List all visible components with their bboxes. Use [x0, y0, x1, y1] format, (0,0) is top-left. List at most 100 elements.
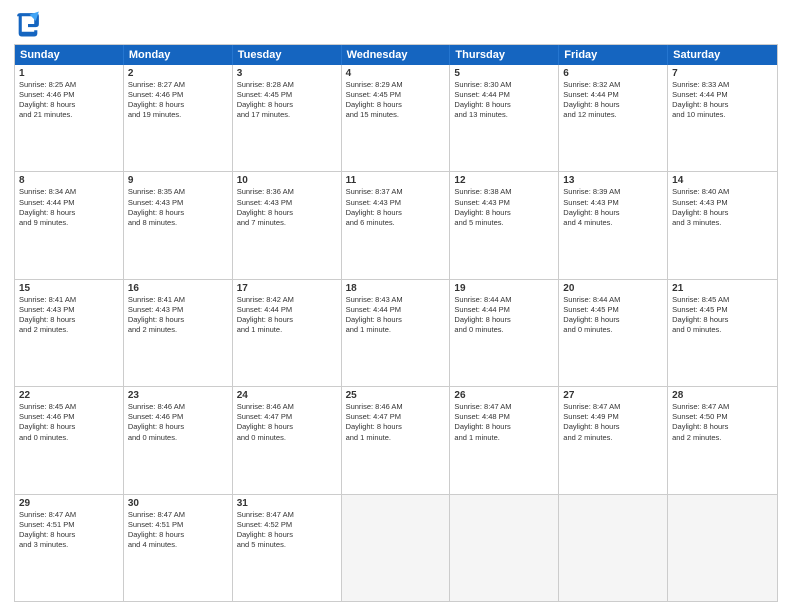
calendar-cell-30: 30Sunrise: 8:47 AM Sunset: 4:51 PM Dayli…: [124, 495, 233, 601]
day-number: 29: [19, 498, 119, 509]
cell-info: Sunrise: 8:47 AM Sunset: 4:48 PM Dayligh…: [454, 402, 554, 443]
cell-info: Sunrise: 8:40 AM Sunset: 4:43 PM Dayligh…: [672, 187, 773, 228]
day-number: 24: [237, 390, 337, 401]
calendar-cell-27: 27Sunrise: 8:47 AM Sunset: 4:49 PM Dayli…: [559, 387, 668, 493]
calendar-cell-31: 31Sunrise: 8:47 AM Sunset: 4:52 PM Dayli…: [233, 495, 342, 601]
calendar-cell-2: 2Sunrise: 8:27 AM Sunset: 4:46 PM Daylig…: [124, 65, 233, 171]
calendar-body: 1Sunrise: 8:25 AM Sunset: 4:46 PM Daylig…: [15, 65, 777, 601]
logo-icon: [14, 10, 42, 38]
calendar-cell-29: 29Sunrise: 8:47 AM Sunset: 4:51 PM Dayli…: [15, 495, 124, 601]
day-number: 21: [672, 283, 773, 294]
cell-info: Sunrise: 8:34 AM Sunset: 4:44 PM Dayligh…: [19, 187, 119, 228]
calendar-cell-23: 23Sunrise: 8:46 AM Sunset: 4:46 PM Dayli…: [124, 387, 233, 493]
calendar-cell-18: 18Sunrise: 8:43 AM Sunset: 4:44 PM Dayli…: [342, 280, 451, 386]
day-number: 26: [454, 390, 554, 401]
day-number: 3: [237, 68, 337, 79]
top-area: [14, 10, 778, 38]
logo: [14, 10, 46, 38]
page: SundayMondayTuesdayWednesdayThursdayFrid…: [0, 0, 792, 612]
calendar-cell-empty-4-3: [342, 495, 451, 601]
calendar-cell-24: 24Sunrise: 8:46 AM Sunset: 4:47 PM Dayli…: [233, 387, 342, 493]
header-day-friday: Friday: [559, 45, 668, 65]
cell-info: Sunrise: 8:27 AM Sunset: 4:46 PM Dayligh…: [128, 80, 228, 121]
day-number: 11: [346, 175, 446, 186]
cell-info: Sunrise: 8:35 AM Sunset: 4:43 PM Dayligh…: [128, 187, 228, 228]
cell-info: Sunrise: 8:33 AM Sunset: 4:44 PM Dayligh…: [672, 80, 773, 121]
header-day-sunday: Sunday: [15, 45, 124, 65]
cell-info: Sunrise: 8:46 AM Sunset: 4:47 PM Dayligh…: [346, 402, 446, 443]
cell-info: Sunrise: 8:41 AM Sunset: 4:43 PM Dayligh…: [19, 295, 119, 336]
day-number: 17: [237, 283, 337, 294]
day-number: 15: [19, 283, 119, 294]
calendar-cell-15: 15Sunrise: 8:41 AM Sunset: 4:43 PM Dayli…: [15, 280, 124, 386]
calendar-row-3: 15Sunrise: 8:41 AM Sunset: 4:43 PM Dayli…: [15, 279, 777, 386]
cell-info: Sunrise: 8:46 AM Sunset: 4:46 PM Dayligh…: [128, 402, 228, 443]
day-number: 14: [672, 175, 773, 186]
calendar-cell-19: 19Sunrise: 8:44 AM Sunset: 4:44 PM Dayli…: [450, 280, 559, 386]
calendar-cell-empty-4-6: [668, 495, 777, 601]
calendar-row-1: 1Sunrise: 8:25 AM Sunset: 4:46 PM Daylig…: [15, 65, 777, 171]
day-number: 19: [454, 283, 554, 294]
calendar-cell-11: 11Sunrise: 8:37 AM Sunset: 4:43 PM Dayli…: [342, 172, 451, 278]
calendar-cell-9: 9Sunrise: 8:35 AM Sunset: 4:43 PM Daylig…: [124, 172, 233, 278]
cell-info: Sunrise: 8:43 AM Sunset: 4:44 PM Dayligh…: [346, 295, 446, 336]
calendar-cell-16: 16Sunrise: 8:41 AM Sunset: 4:43 PM Dayli…: [124, 280, 233, 386]
day-number: 4: [346, 68, 446, 79]
cell-info: Sunrise: 8:45 AM Sunset: 4:46 PM Dayligh…: [19, 402, 119, 443]
cell-info: Sunrise: 8:29 AM Sunset: 4:45 PM Dayligh…: [346, 80, 446, 121]
cell-info: Sunrise: 8:30 AM Sunset: 4:44 PM Dayligh…: [454, 80, 554, 121]
calendar-cell-4: 4Sunrise: 8:29 AM Sunset: 4:45 PM Daylig…: [342, 65, 451, 171]
calendar-cell-17: 17Sunrise: 8:42 AM Sunset: 4:44 PM Dayli…: [233, 280, 342, 386]
cell-info: Sunrise: 8:47 AM Sunset: 4:51 PM Dayligh…: [19, 510, 119, 551]
cell-info: Sunrise: 8:42 AM Sunset: 4:44 PM Dayligh…: [237, 295, 337, 336]
calendar-cell-8: 8Sunrise: 8:34 AM Sunset: 4:44 PM Daylig…: [15, 172, 124, 278]
day-number: 16: [128, 283, 228, 294]
cell-info: Sunrise: 8:46 AM Sunset: 4:47 PM Dayligh…: [237, 402, 337, 443]
cell-info: Sunrise: 8:41 AM Sunset: 4:43 PM Dayligh…: [128, 295, 228, 336]
calendar-cell-5: 5Sunrise: 8:30 AM Sunset: 4:44 PM Daylig…: [450, 65, 559, 171]
day-number: 31: [237, 498, 337, 509]
day-number: 27: [563, 390, 663, 401]
calendar: SundayMondayTuesdayWednesdayThursdayFrid…: [14, 44, 778, 602]
day-number: 20: [563, 283, 663, 294]
calendar-cell-12: 12Sunrise: 8:38 AM Sunset: 4:43 PM Dayli…: [450, 172, 559, 278]
day-number: 23: [128, 390, 228, 401]
day-number: 30: [128, 498, 228, 509]
calendar-cell-3: 3Sunrise: 8:28 AM Sunset: 4:45 PM Daylig…: [233, 65, 342, 171]
day-number: 6: [563, 68, 663, 79]
calendar-cell-20: 20Sunrise: 8:44 AM Sunset: 4:45 PM Dayli…: [559, 280, 668, 386]
cell-info: Sunrise: 8:38 AM Sunset: 4:43 PM Dayligh…: [454, 187, 554, 228]
day-number: 2: [128, 68, 228, 79]
cell-info: Sunrise: 8:36 AM Sunset: 4:43 PM Dayligh…: [237, 187, 337, 228]
day-number: 25: [346, 390, 446, 401]
calendar-cell-21: 21Sunrise: 8:45 AM Sunset: 4:45 PM Dayli…: [668, 280, 777, 386]
calendar-cell-14: 14Sunrise: 8:40 AM Sunset: 4:43 PM Dayli…: [668, 172, 777, 278]
day-number: 12: [454, 175, 554, 186]
day-number: 22: [19, 390, 119, 401]
day-number: 8: [19, 175, 119, 186]
calendar-cell-22: 22Sunrise: 8:45 AM Sunset: 4:46 PM Dayli…: [15, 387, 124, 493]
day-number: 9: [128, 175, 228, 186]
calendar-header: SundayMondayTuesdayWednesdayThursdayFrid…: [15, 45, 777, 65]
cell-info: Sunrise: 8:47 AM Sunset: 4:52 PM Dayligh…: [237, 510, 337, 551]
calendar-cell-1: 1Sunrise: 8:25 AM Sunset: 4:46 PM Daylig…: [15, 65, 124, 171]
day-number: 18: [346, 283, 446, 294]
cell-info: Sunrise: 8:44 AM Sunset: 4:45 PM Dayligh…: [563, 295, 663, 336]
calendar-row-4: 22Sunrise: 8:45 AM Sunset: 4:46 PM Dayli…: [15, 386, 777, 493]
calendar-cell-7: 7Sunrise: 8:33 AM Sunset: 4:44 PM Daylig…: [668, 65, 777, 171]
cell-info: Sunrise: 8:37 AM Sunset: 4:43 PM Dayligh…: [346, 187, 446, 228]
cell-info: Sunrise: 8:25 AM Sunset: 4:46 PM Dayligh…: [19, 80, 119, 121]
calendar-row-5: 29Sunrise: 8:47 AM Sunset: 4:51 PM Dayli…: [15, 494, 777, 601]
cell-info: Sunrise: 8:44 AM Sunset: 4:44 PM Dayligh…: [454, 295, 554, 336]
cell-info: Sunrise: 8:32 AM Sunset: 4:44 PM Dayligh…: [563, 80, 663, 121]
cell-info: Sunrise: 8:28 AM Sunset: 4:45 PM Dayligh…: [237, 80, 337, 121]
cell-info: Sunrise: 8:47 AM Sunset: 4:51 PM Dayligh…: [128, 510, 228, 551]
calendar-cell-empty-4-5: [559, 495, 668, 601]
header-day-tuesday: Tuesday: [233, 45, 342, 65]
day-number: 5: [454, 68, 554, 79]
calendar-cell-6: 6Sunrise: 8:32 AM Sunset: 4:44 PM Daylig…: [559, 65, 668, 171]
day-number: 7: [672, 68, 773, 79]
cell-info: Sunrise: 8:47 AM Sunset: 4:50 PM Dayligh…: [672, 402, 773, 443]
header-day-thursday: Thursday: [450, 45, 559, 65]
cell-info: Sunrise: 8:39 AM Sunset: 4:43 PM Dayligh…: [563, 187, 663, 228]
